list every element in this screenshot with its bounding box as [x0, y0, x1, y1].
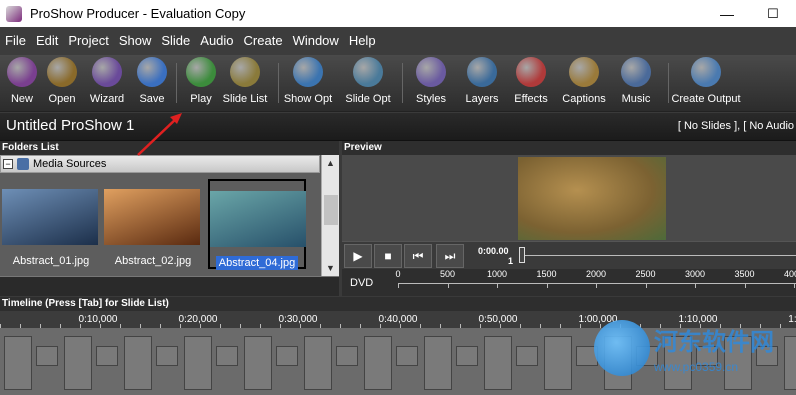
watermark-url: www.pc0359.cn: [654, 360, 739, 374]
watermark-text: 河东软件网: [654, 327, 774, 356]
watermark-logo-icon: [594, 320, 650, 376]
watermark: 河东软件网 www.pc0359.cn: [594, 320, 794, 390]
app-window: ProShow Producer - Evaluation Copy — ☐ F…: [0, 0, 796, 395]
